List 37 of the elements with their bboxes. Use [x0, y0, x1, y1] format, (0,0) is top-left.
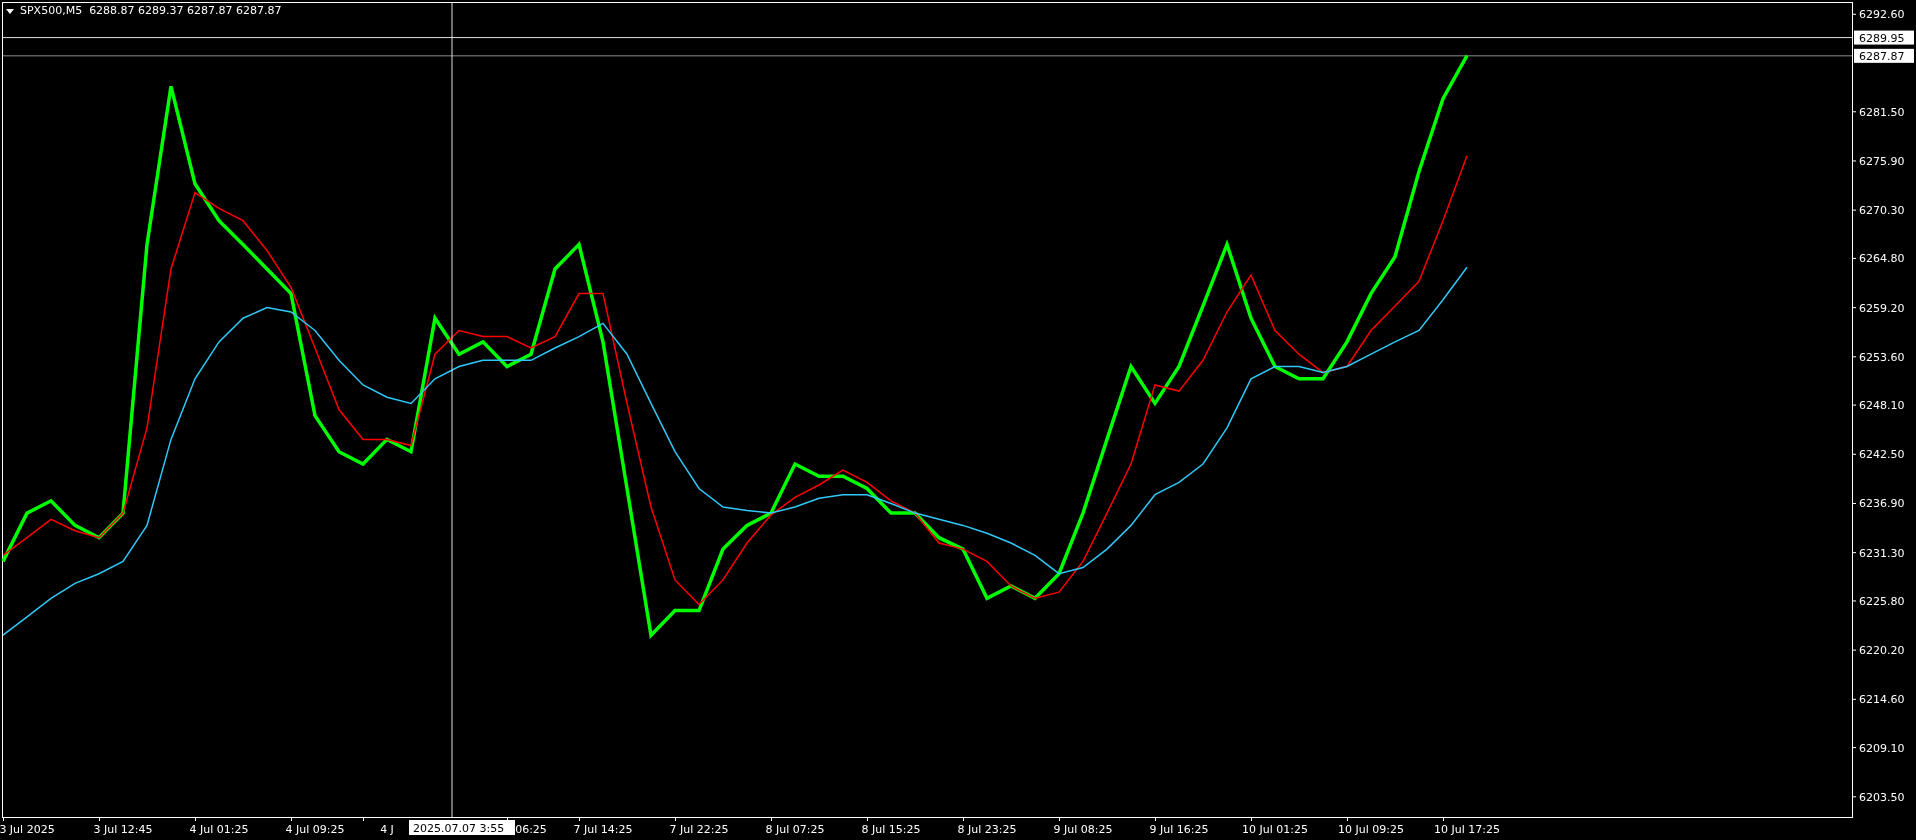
axis-label: 6259.20	[1859, 301, 1905, 315]
axis-label: 7 Jul 22:25	[669, 823, 729, 836]
axis-label: 6209.10	[1859, 741, 1905, 755]
axis-label: 4 J	[380, 823, 394, 836]
axis-label: 3 Jul 2025	[0, 823, 55, 836]
axis-label: 6203.50	[1859, 790, 1905, 804]
axis-label: 6292.60	[1859, 8, 1905, 22]
axis-label: 8 Jul 15:25	[861, 823, 921, 836]
axis-label: 3 Jul 12:45	[93, 823, 153, 836]
axis-label: 6220.20	[1859, 644, 1905, 658]
axis-label: 4 Jul 09:25	[285, 823, 345, 836]
axis-label: 6214.60	[1859, 693, 1905, 707]
axis-label: 8 Jul 07:25	[765, 823, 825, 836]
axis-label: 10 Jul 01:25	[1242, 823, 1308, 836]
axis-label: 6275.90	[1859, 154, 1905, 168]
axis-label: 6264.80	[1859, 252, 1905, 266]
axis-label: 7 Jul 14:25	[573, 823, 633, 836]
axis-label: 6248.10	[1859, 399, 1905, 413]
price-tag: 6289.95	[1854, 30, 1914, 45]
chart-title: SPX500,M5 6288.87 6289.37 6287.87 6287.87	[20, 4, 282, 18]
axis-label: 6242.50	[1859, 448, 1905, 462]
axis-label: 10 Jul 17:25	[1434, 823, 1500, 836]
axis-label: 6225.80	[1859, 594, 1905, 608]
axis-label: 9 Jul 08:25	[1053, 823, 1113, 836]
axis-label: 6236.90	[1859, 497, 1905, 511]
axis-label: 6281.50	[1859, 105, 1905, 119]
axis-label: 4 Jul 01:25	[189, 823, 249, 836]
axis-label: 9 Jul 16:25	[1149, 823, 1209, 836]
axis-label: 8 Jul 23:25	[957, 823, 1017, 836]
time-tag: 2025.07.07 3:55	[409, 820, 515, 835]
axis-label: 6270.30	[1859, 204, 1905, 218]
axis-label: 6253.60	[1859, 350, 1905, 364]
dropdown-triangle-icon[interactable]	[6, 8, 14, 14]
axis-label: 10 Jul 09:25	[1338, 823, 1404, 836]
price-tag: 6287.87	[1854, 48, 1914, 63]
axis-label: 06:25	[515, 823, 547, 836]
axis-label: 6231.30	[1859, 546, 1905, 560]
